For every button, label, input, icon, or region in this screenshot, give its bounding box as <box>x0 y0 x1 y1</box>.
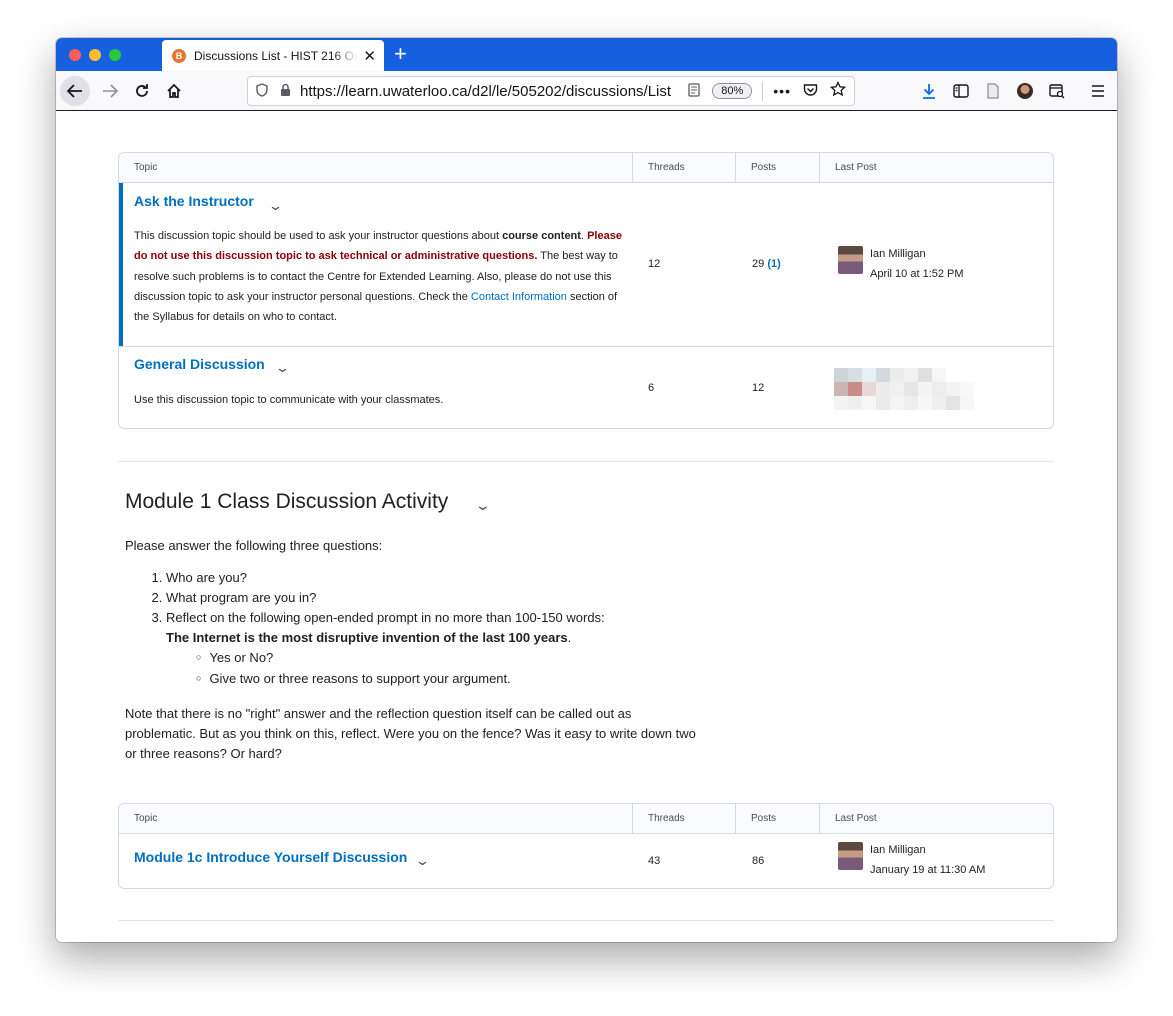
tab-discussions-list[interactable]: B Discussions List - HIST 216 Onl ✕ <box>162 40 384 71</box>
screenshot-icon[interactable] <box>1044 76 1070 106</box>
table-row-introduce-yourself: Module 1c Introduce Yourself Discussion … <box>119 834 1053 888</box>
pocket-icon[interactable] <box>803 83 818 100</box>
unread-count-link[interactable]: (1) <box>767 258 780 270</box>
last-post-date: April 10 at 1:52 PM <box>870 268 964 280</box>
minimize-window-button[interactable] <box>89 49 101 61</box>
browser-window: B Discussions List - HIST 216 Onl ✕ + ht… <box>56 38 1117 942</box>
question-list: Who are you? What program are you in? Re… <box>125 568 705 690</box>
list-item: Reflect on the following open-ended prom… <box>166 608 705 690</box>
table-header: Topic Threads Posts Last Post <box>119 804 1053 834</box>
topic-description: This discussion topic should be used to … <box>134 230 622 324</box>
tab-close-icon[interactable]: ✕ <box>363 47 376 65</box>
tab-title: Discussions List - HIST 216 Onl <box>194 48 358 63</box>
column-header-threads: Threads <box>633 804 736 834</box>
hamburger-menu-icon[interactable] <box>1085 76 1111 106</box>
column-header-threads: Threads <box>633 153 736 183</box>
module-intro: Please answer the following three questi… <box>125 538 383 553</box>
module-description: Please answer the following three questi… <box>125 536 705 764</box>
download-icon[interactable] <box>916 76 942 106</box>
page-icon[interactable] <box>980 76 1006 106</box>
page-content: Topic Threads Posts Last Post Ask the In… <box>56 112 1117 942</box>
maximize-window-button[interactable] <box>109 49 121 61</box>
topic-link-ask-instructor[interactable]: Ask the Instructor <box>134 193 254 209</box>
chevron-down-icon[interactable]: ⌄ <box>475 497 491 514</box>
column-header-posts: Posts <box>736 153 820 183</box>
topics-table-module1: Topic Threads Posts Last Post Module 1c … <box>118 803 1054 889</box>
column-header-topic: Topic <box>119 804 633 834</box>
reload-icon[interactable] <box>128 76 156 106</box>
zoom-level-button[interactable]: 80% <box>712 83 753 99</box>
avatar <box>838 246 863 274</box>
list-item: Yes or No? <box>196 648 705 669</box>
close-window-button[interactable] <box>69 49 81 61</box>
posts-count: 12 <box>752 382 765 394</box>
last-post-author: Ian Milligan <box>870 248 926 260</box>
avatar <box>838 842 863 870</box>
chevron-down-icon[interactable]: ⌄ <box>415 853 430 869</box>
threads-count: 43 <box>648 855 661 867</box>
column-header-posts: Posts <box>736 804 820 834</box>
topic-link-general-discussion[interactable]: General Discussion <box>134 356 265 372</box>
column-header-last-post: Last Post <box>835 813 877 824</box>
list-item: What program are you in? <box>166 588 705 608</box>
reader-view-icon[interactable] <box>688 82 700 100</box>
url-text[interactable]: https://learn.uwaterloo.ca/d2l/le/505202… <box>300 83 682 100</box>
sidebar-icon[interactable] <box>948 76 974 106</box>
contact-information-link[interactable]: Contact Information <box>471 291 567 303</box>
lock-icon[interactable] <box>280 83 300 100</box>
section-divider <box>118 920 1054 921</box>
bookmark-star-icon[interactable] <box>829 80 847 102</box>
home-icon[interactable] <box>160 76 188 106</box>
new-tab-icon[interactable]: + <box>394 42 407 66</box>
module-heading: Module 1 Class Discussion Activity <box>125 490 449 513</box>
nav-toolbar: https://learn.uwaterloo.ca/d2l/le/505202… <box>56 71 1117 111</box>
posts-count: 86 <box>752 855 765 867</box>
topic-link-introduce-yourself[interactable]: Module 1c Introduce Yourself Discussion <box>134 849 407 865</box>
redacted-last-post-image <box>834 368 974 410</box>
url-separator <box>762 81 764 101</box>
threads-count: 12 <box>648 258 661 270</box>
topic-description: Use this discussion topic to communicate… <box>134 394 444 406</box>
url-bar[interactable]: https://learn.uwaterloo.ca/d2l/le/505202… <box>247 76 855 106</box>
forward-arrow-icon[interactable] <box>96 76 124 106</box>
more-actions-icon[interactable]: ••• <box>773 83 791 99</box>
sub-list: Yes or No? Give two or three reasons to … <box>166 648 705 690</box>
topics-table-general: Topic Threads Posts Last Post Ask the In… <box>118 152 1054 429</box>
profile-avatar-icon[interactable] <box>1012 76 1038 106</box>
table-row-ask-instructor: Ask the Instructor ⌄ This discussion top… <box>119 183 1053 347</box>
prompt-text: The Internet is the most disruptive inve… <box>166 630 568 645</box>
threads-count: 6 <box>648 382 655 394</box>
posts-count: 29 (1) <box>752 258 781 270</box>
column-header-last-post: Last Post <box>835 162 877 173</box>
list-item: Give two or three reasons to support you… <box>196 669 705 690</box>
brightspace-favicon-icon: B <box>172 48 186 63</box>
section-divider <box>118 461 1054 462</box>
row-selected-accent <box>119 183 123 346</box>
module-note: Note that there is no "right" answer and… <box>125 706 696 761</box>
list-item: Who are you? <box>166 568 705 588</box>
table-header: Topic Threads Posts Last Post <box>119 153 1053 183</box>
last-post-date: January 19 at 11:30 AM <box>870 864 986 876</box>
back-arrow-icon[interactable] <box>60 76 90 106</box>
tracking-shield-icon[interactable] <box>256 82 274 100</box>
last-post-author: Ian Milligan <box>870 844 926 856</box>
chevron-down-icon[interactable]: ⌄ <box>275 360 290 376</box>
table-row-general-discussion: General Discussion ⌄ Use this discussion… <box>119 347 1053 428</box>
column-header-topic: Topic <box>119 153 633 183</box>
chevron-down-icon[interactable]: ⌄ <box>268 198 283 214</box>
tab-bar: B Discussions List - HIST 216 Onl ✕ + <box>56 38 1117 71</box>
